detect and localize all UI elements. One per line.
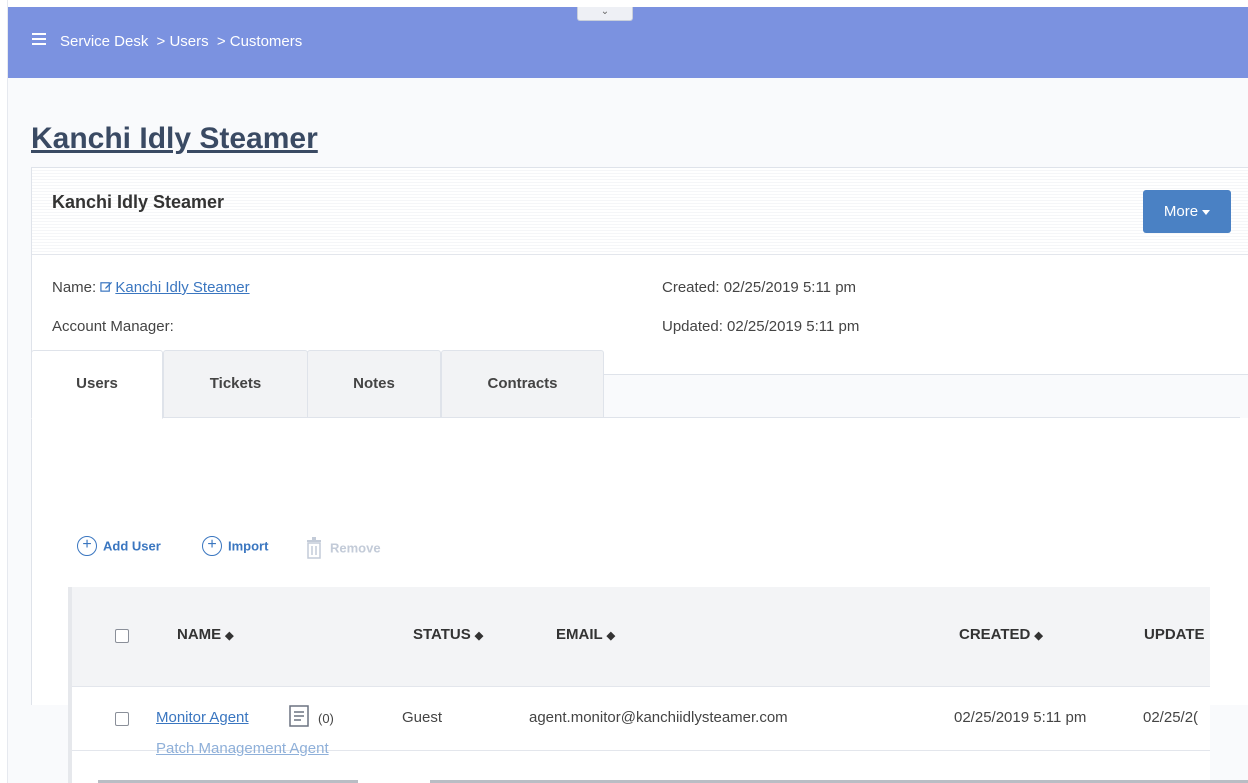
add-circle-icon: + xyxy=(77,536,97,556)
remove-label: Remove xyxy=(330,540,381,556)
table-row: Patch Management Agent xyxy=(72,740,1210,783)
breadcrumb-service-desk[interactable]: Service Desk xyxy=(60,33,148,50)
panel-header: Kanchi Idly Steamer More xyxy=(32,168,1248,255)
more-button-label: More xyxy=(1163,203,1199,220)
column-created-label: CREATED xyxy=(959,626,1031,643)
notes-icon[interactable] xyxy=(288,704,310,728)
notes-count: (0) xyxy=(318,711,334,726)
users-table: NAME ◆ STATUS ◆ EMAIL ◆ CREATED ◆ UPDATE Mon… xyxy=(68,587,1210,783)
email-cell: agent.monitor@kanchiidlysteamer.com xyxy=(529,709,788,726)
status-cell: Guest xyxy=(402,709,443,726)
hamburger-menu-icon[interactable] xyxy=(32,33,46,45)
account-manager-label: Account Manager: xyxy=(52,318,174,335)
page-title: Kanchi Idly Steamer xyxy=(31,122,318,155)
row-checkbox[interactable] xyxy=(115,712,129,726)
column-status-label: STATUS xyxy=(413,626,471,643)
created-cell: 02/25/2019 5:11 pm xyxy=(954,709,1087,726)
sort-icon: ◆ xyxy=(1034,630,1043,642)
tab-users[interactable]: Users xyxy=(31,350,163,419)
collapse-toggle-chevron-down-icon[interactable]: ⌄ xyxy=(577,7,633,21)
more-button[interactable]: More xyxy=(1143,190,1231,233)
name-label: Name: xyxy=(52,279,97,296)
column-header-updated[interactable]: UPDATE xyxy=(1144,626,1205,643)
remove-button[interactable]: Remove xyxy=(304,536,381,560)
user-name-link[interactable]: Patch Management Agent xyxy=(156,740,329,757)
column-name-label: NAME xyxy=(177,626,222,643)
sort-icon: ◆ xyxy=(606,630,616,642)
add-user-label: Add User xyxy=(103,538,161,554)
panel-title: Kanchi Idly Steamer xyxy=(52,192,225,212)
updated-date: Updated: 02/25/2019 5:11 pm xyxy=(662,318,860,335)
import-circle-icon: + xyxy=(202,536,222,556)
column-header-status[interactable]: STATUS ◆ xyxy=(413,626,483,643)
customer-name-link[interactable]: Kanchi Idly Steamer xyxy=(100,279,250,296)
add-user-button[interactable]: + Add User xyxy=(77,536,161,556)
table-header: NAME ◆ STATUS ◆ EMAIL ◆ CREATED ◆ UPDATE xyxy=(72,587,1210,687)
tab-contracts[interactable]: Contracts xyxy=(441,350,604,418)
customer-name-value: Kanchi Idly Steamer xyxy=(115,279,250,296)
sort-icon: ◆ xyxy=(225,630,234,642)
edit-icon xyxy=(100,281,113,292)
window-left-edge xyxy=(0,0,8,783)
created-date: Created: 02/25/2019 5:11 pm xyxy=(662,279,857,296)
column-updated-label: UPDATE xyxy=(1144,626,1205,643)
updated-cell: 02/25/2( xyxy=(1143,709,1199,726)
breadcrumb-customers[interactable]: > Customers xyxy=(217,33,302,50)
caret-down-icon xyxy=(1202,209,1211,215)
import-button[interactable]: + Import xyxy=(202,536,268,556)
breadcrumb-users[interactable]: > Users xyxy=(157,33,209,50)
customer-details-panel: Kanchi Idly Steamer More Name: Kanchi Id… xyxy=(31,167,1248,375)
column-header-name[interactable]: NAME ◆ xyxy=(177,626,234,643)
column-header-email[interactable]: EMAIL ◆ xyxy=(556,626,615,643)
import-label: Import xyxy=(228,538,269,554)
tab-notes[interactable]: Notes xyxy=(307,350,441,418)
column-header-created[interactable]: CREATED ◆ xyxy=(959,626,1043,643)
user-name-link[interactable]: Monitor Agent xyxy=(156,709,249,726)
sort-icon: ◆ xyxy=(474,630,484,642)
trash-icon xyxy=(307,537,321,559)
breadcrumb: Service Desk > Users > Customers xyxy=(60,33,306,50)
select-all-checkbox[interactable] xyxy=(115,629,129,643)
name-field: Name: Kanchi Idly Steamer xyxy=(52,279,250,296)
tab-tickets[interactable]: Tickets xyxy=(163,350,308,418)
column-email-label: EMAIL xyxy=(556,626,603,643)
